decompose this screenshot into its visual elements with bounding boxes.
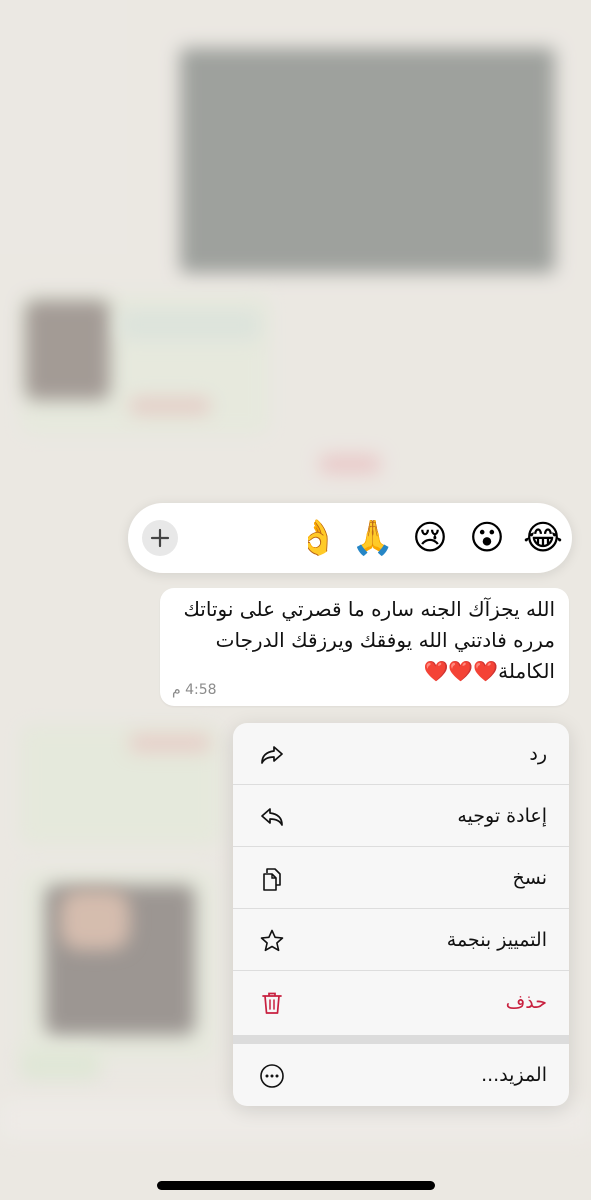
menu-item-copy[interactable]: نسخ <box>233 847 569 909</box>
home-indicator[interactable] <box>157 1181 435 1190</box>
message-bubble[interactable]: الله يجزآك الجنه ساره ما قصرتي على نوتات… <box>160 588 569 706</box>
reaction-crying-face[interactable]: 😢 <box>409 517 451 559</box>
menu-item-more[interactable]: المزيد... <box>233 1044 569 1106</box>
menu-item-reply[interactable]: رد <box>233 723 569 785</box>
menu-separator <box>233 1035 569 1044</box>
menu-item-label: المزيد... <box>481 1064 547 1086</box>
menu-item-label: حذف <box>505 991 547 1013</box>
menu-item-label: التمييز بنجمة <box>446 929 547 951</box>
plus-icon <box>150 528 170 548</box>
more-ellipsis-icon <box>260 1064 284 1088</box>
reaction-folded-hands[interactable]: 🙏 <box>352 517 394 559</box>
menu-item-label: رد <box>529 743 547 765</box>
forward-arrow-icon <box>261 808 283 826</box>
reaction-bar: 👌 🙏 😢 😮 😂 ❤️ 👍 <box>128 503 572 573</box>
reaction-surprised-face[interactable]: 😮 <box>466 517 508 559</box>
message-time: 4:58 م <box>172 682 217 698</box>
trash-icon <box>262 992 282 1014</box>
reaction-laughing-face[interactable]: 😂 <box>522 517 564 559</box>
reaction-ok-hand[interactable]: 👌 <box>308 517 338 559</box>
menu-item-forward[interactable]: إعادة توجيه <box>233 785 569 847</box>
star-icon <box>260 929 284 952</box>
menu-item-delete[interactable]: حذف <box>233 971 569 1033</box>
message-text: الله يجزآك الجنه ساره ما قصرتي على نوتات… <box>183 597 555 683</box>
copy-icon <box>263 868 281 891</box>
menu-item-label: نسخ <box>512 867 547 889</box>
message-context-menu: رد إعادة توجيه نسخ التمييز بنجمة حذف الم… <box>233 723 569 1106</box>
add-reaction-button[interactable] <box>142 520 178 556</box>
menu-item-label: إعادة توجيه <box>457 805 547 827</box>
reply-arrow-icon <box>261 746 283 764</box>
menu-item-star[interactable]: التمييز بنجمة <box>233 909 569 971</box>
